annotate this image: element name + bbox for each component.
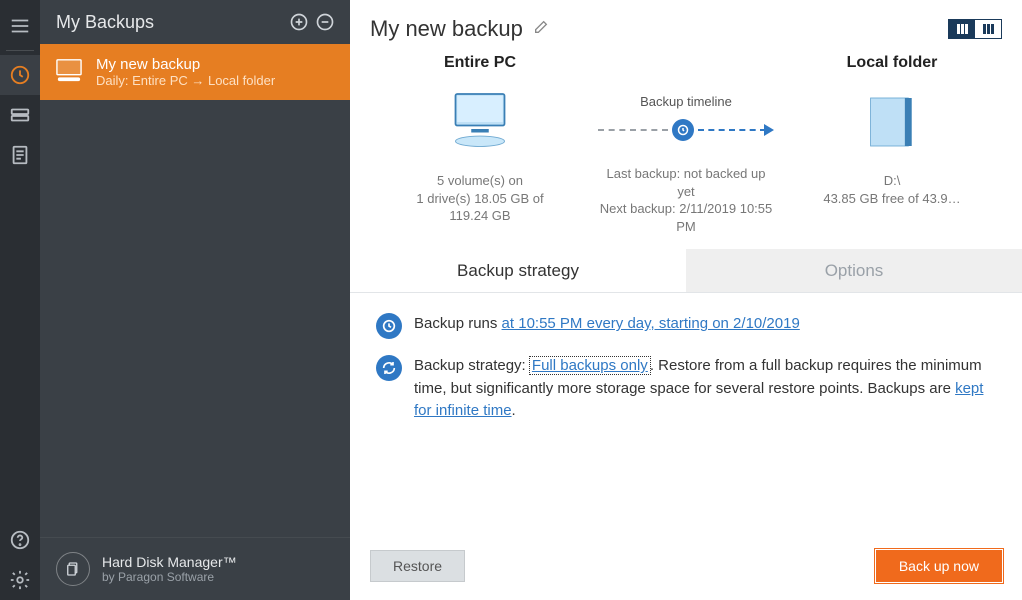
- product-name: Hard Disk Manager™: [102, 554, 237, 570]
- schedule-text: Backup runs at 10:55 PM every day, start…: [414, 313, 800, 336]
- sidebar-title: My Backups: [56, 12, 286, 33]
- tabs: Backup strategy Options: [350, 249, 1022, 293]
- view-card-button[interactable]: [949, 20, 975, 38]
- disks-icon[interactable]: [0, 95, 40, 135]
- source-column: Entire PC 5 volume(s) on 1 drive(s) 18.0…: [370, 54, 590, 235]
- sidebar-footer: Hard Disk Manager™ by Paragon Software: [40, 537, 350, 600]
- clock-icon: [672, 119, 694, 141]
- remove-backup-button[interactable]: [312, 9, 338, 35]
- last-backup-text: Last backup: not backed up yet: [598, 165, 774, 200]
- timeline-column: Backup timeline Last backup: not backed …: [598, 54, 774, 235]
- sidebar: My Backups My new backup Daily: Entire P…: [40, 0, 350, 600]
- view-toggle: [948, 19, 1002, 39]
- reports-icon[interactable]: [0, 135, 40, 175]
- backup-now-button[interactable]: Back up now: [876, 550, 1002, 582]
- backups-icon[interactable]: [0, 55, 40, 95]
- strategy-type-link[interactable]: Full backups only: [530, 357, 650, 374]
- source-meta-line2: 1 drive(s) 18.05 GB of: [416, 190, 543, 208]
- backup-job-title: My new backup: [96, 56, 275, 73]
- timeline-label: Backup timeline: [598, 94, 774, 109]
- nav-rail: [0, 0, 40, 600]
- main-panel: My new backup Entire PC 5 volume(s) on 1…: [350, 0, 1022, 600]
- edit-title-icon[interactable]: [533, 19, 549, 40]
- product-logo-icon: [56, 552, 90, 586]
- product-vendor: by Paragon Software: [102, 570, 237, 584]
- destination-label: Local folder: [847, 54, 938, 72]
- view-list-button[interactable]: [975, 20, 1001, 38]
- next-backup-text: Next backup: 2/11/2019 10:55 PM: [598, 200, 774, 235]
- page-title: My new backup: [370, 16, 523, 42]
- monitor-icon: [54, 57, 84, 88]
- strategy-panel: Backup runs at 10:55 PM every day, start…: [350, 293, 1022, 459]
- tab-strategy[interactable]: Backup strategy: [350, 249, 686, 292]
- schedule-link[interactable]: at 10:55 PM every day, starting on 2/10/…: [502, 315, 800, 332]
- help-icon[interactable]: [0, 520, 40, 560]
- recycle-icon: [376, 355, 402, 381]
- monitor-icon: [445, 82, 515, 162]
- menu-icon[interactable]: [0, 6, 40, 46]
- settings-icon[interactable]: [0, 560, 40, 600]
- add-backup-button[interactable]: [286, 9, 312, 35]
- restore-button[interactable]: Restore: [370, 550, 465, 582]
- destination-free: 43.85 GB free of 43.9…: [823, 190, 960, 208]
- clock-icon: [376, 313, 402, 339]
- arrow-icon: [764, 124, 774, 136]
- source-meta-line3: 119.24 GB: [416, 207, 543, 225]
- source-label: Entire PC: [444, 54, 516, 72]
- strategy-text: Backup strategy: Full backups only. Rest…: [414, 355, 996, 423]
- destination-column: Local folder D:\ 43.85 GB free of 43.9…: [782, 54, 1002, 235]
- folder-icon: [862, 82, 922, 162]
- backup-job-item[interactable]: My new backup Daily: Entire PC → Local f…: [40, 44, 350, 100]
- destination-path: D:\: [823, 172, 960, 190]
- source-meta-line1: 5 volume(s) on: [416, 172, 543, 190]
- tab-options[interactable]: Options: [686, 249, 1022, 292]
- backup-job-subtitle: Daily: Entire PC → Local folder: [96, 73, 275, 88]
